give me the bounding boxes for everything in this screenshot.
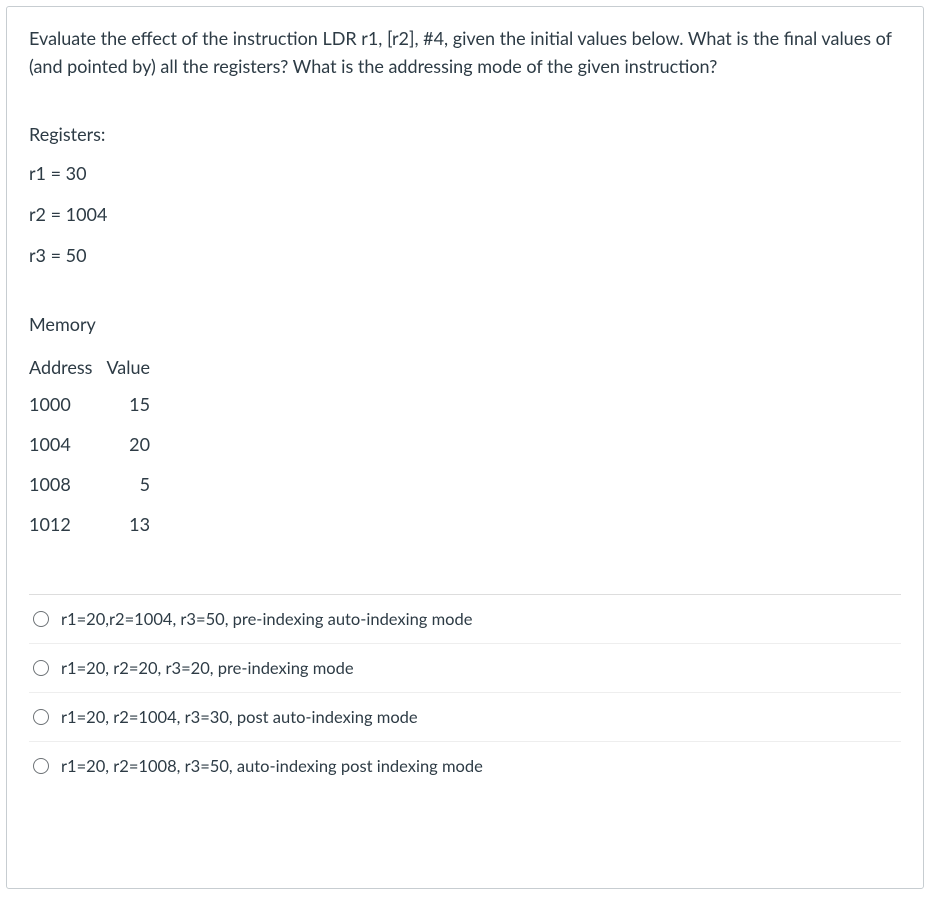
register-line: r2 = 1004 [29, 201, 901, 228]
question-prompt: Evaluate the effect of the instruction L… [29, 25, 901, 81]
answer-text: r1=20, r2=1004, r3=30, post auto-indexin… [61, 707, 418, 727]
memory-row: 1008 5 [29, 464, 150, 504]
registers-section: Registers: r1 = 30 r2 = 1004 r3 = 50 [29, 121, 901, 269]
radio-icon[interactable] [33, 611, 49, 627]
radio-icon[interactable] [33, 709, 49, 725]
answer-text: r1=20,r2=1004, r3=50, pre-indexing auto-… [61, 609, 472, 629]
registers-label: Registers: [29, 121, 901, 148]
memory-address: 1008 [29, 464, 106, 504]
memory-address: 1004 [29, 424, 106, 464]
memory-row: 1012 13 [29, 504, 150, 544]
radio-icon[interactable] [33, 758, 49, 774]
memory-address: 1000 [29, 384, 106, 424]
memory-header-value: Value [106, 350, 150, 384]
memory-address: 1012 [29, 504, 106, 544]
answer-option[interactable]: r1=20, r2=20, r3=20, pre-indexing mode [29, 644, 901, 693]
register-line: r3 = 50 [29, 242, 901, 269]
memory-value: 15 [106, 384, 150, 424]
answer-option[interactable]: r1=20, r2=1008, r3=50, auto-indexing pos… [29, 742, 901, 790]
answer-option[interactable]: r1=20, r2=1004, r3=30, post auto-indexin… [29, 693, 901, 742]
memory-header-address: Address [29, 350, 106, 384]
memory-row: 1000 15 [29, 384, 150, 424]
memory-section: Memory Address Value 1000 15 1004 20 100… [29, 311, 901, 544]
answer-text: r1=20, r2=20, r3=20, pre-indexing mode [61, 658, 354, 678]
memory-table: Address Value 1000 15 1004 20 1008 5 [29, 350, 150, 544]
radio-icon[interactable] [33, 660, 49, 676]
memory-value: 20 [106, 424, 150, 464]
memory-value: 5 [106, 464, 150, 504]
answer-option[interactable]: r1=20,r2=1004, r3=50, pre-indexing auto-… [29, 595, 901, 644]
memory-label: Memory [29, 311, 901, 338]
question-card: Evaluate the effect of the instruction L… [6, 6, 924, 889]
answers-list: r1=20,r2=1004, r3=50, pre-indexing auto-… [29, 594, 901, 790]
memory-row: 1004 20 [29, 424, 150, 464]
register-line: r1 = 30 [29, 160, 901, 187]
answer-text: r1=20, r2=1008, r3=50, auto-indexing pos… [61, 756, 483, 776]
memory-value: 13 [106, 504, 150, 544]
